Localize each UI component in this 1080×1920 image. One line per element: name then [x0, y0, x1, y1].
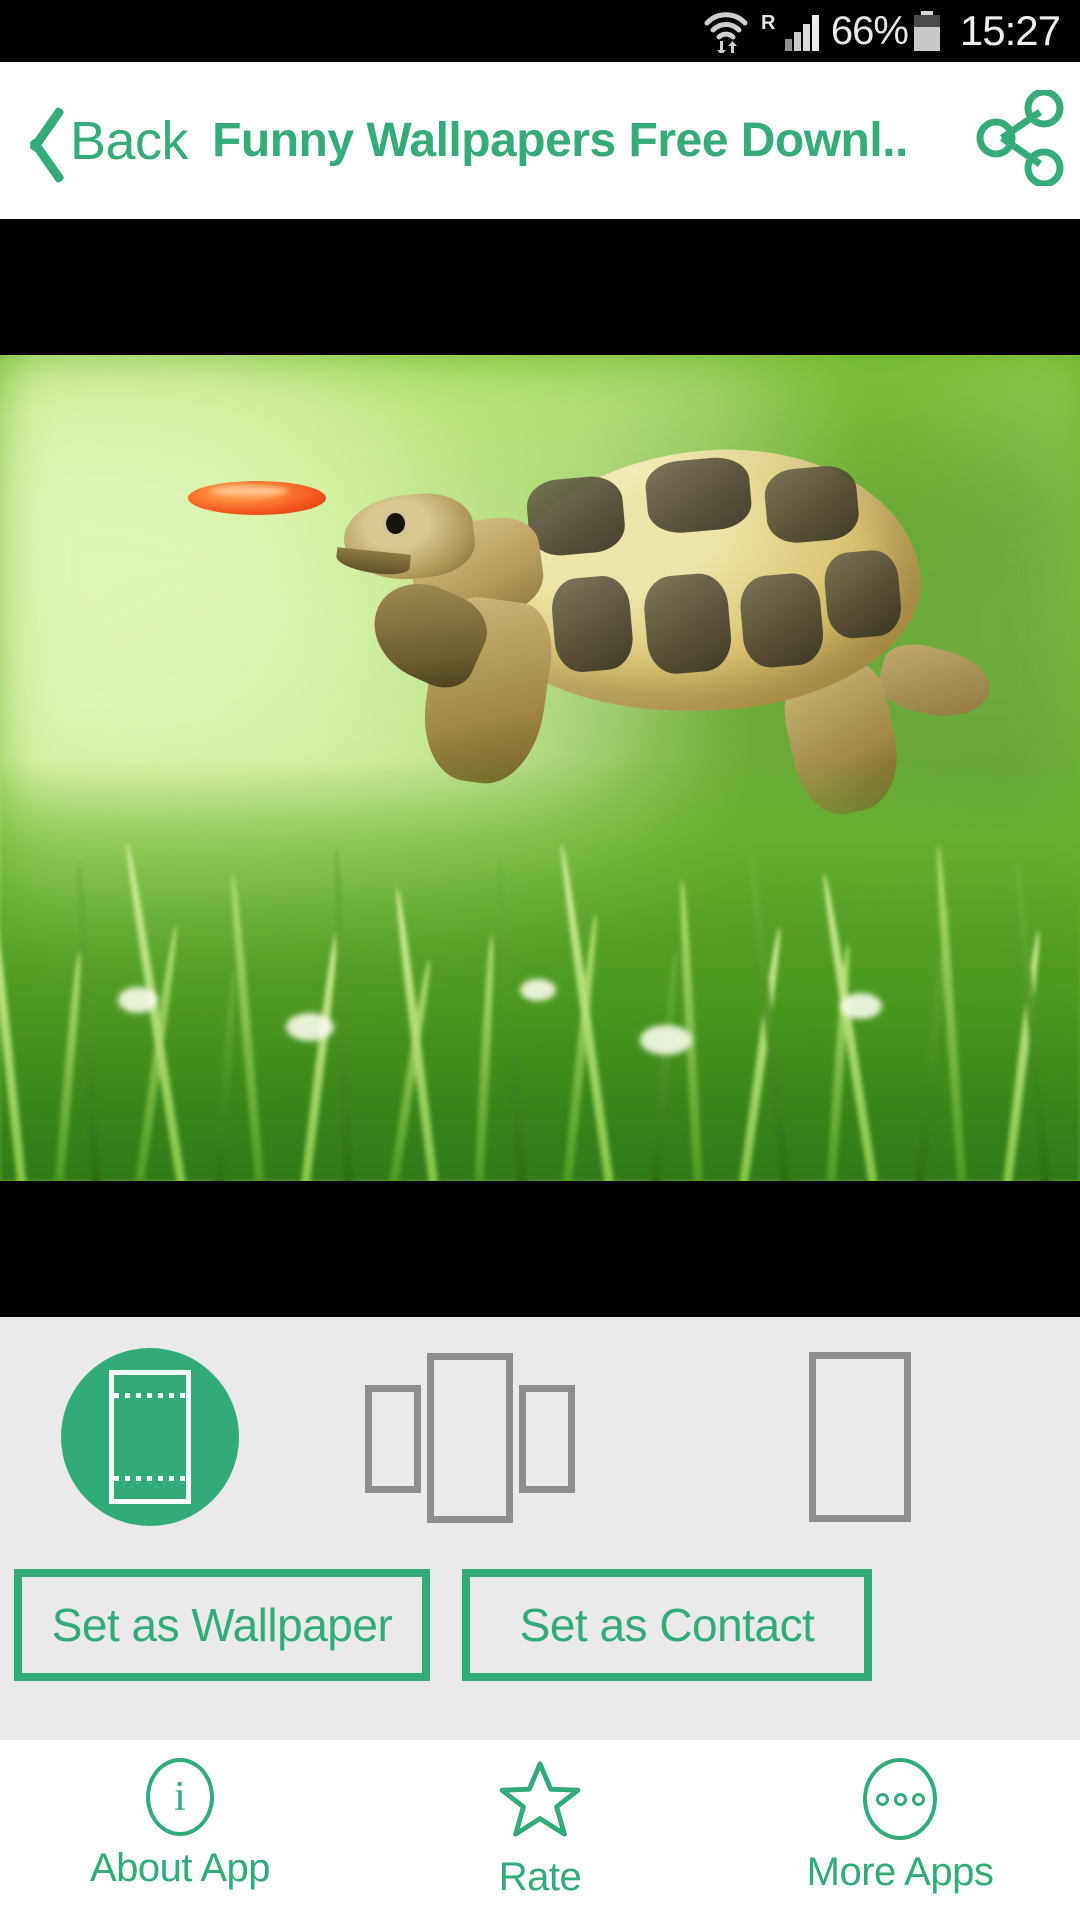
- nav-item-more-apps[interactable]: More Apps: [720, 1740, 1080, 1920]
- lock-screen-icon: [809, 1352, 911, 1522]
- scrollable-screen-icon: [365, 1347, 575, 1527]
- chevron-left-icon: [10, 96, 62, 186]
- battery-percent-label: 66%: [830, 8, 909, 53]
- tortoise-tail: [873, 636, 997, 728]
- set-actions-row: Set as Wallpaper Set as Contact: [0, 1569, 1080, 1689]
- star-outline-icon: [499, 1758, 581, 1845]
- nav-item-about-app-label: About App: [89, 1846, 271, 1890]
- back-button[interactable]: Back: [0, 62, 189, 219]
- nav-item-rate-label: Rate: [498, 1855, 582, 1899]
- tortoise-eye: [386, 513, 405, 534]
- home-screen-icon: [61, 1348, 239, 1526]
- status-bar: R 66% 15:27: [0, 0, 1080, 62]
- battery-icon: [913, 11, 940, 51]
- more-circle-icon: [863, 1758, 937, 1840]
- wallpaper-preview[interactable]: [0, 219, 1080, 1317]
- battery-status: 66%: [831, 9, 940, 54]
- mode-option-home-screen[interactable]: [0, 1317, 300, 1557]
- mode-option-scrollable-screen[interactable]: [300, 1317, 640, 1557]
- share-icon: [974, 88, 1066, 191]
- mode-option-lock-screen[interactable]: [640, 1317, 1080, 1557]
- mode-selector-row: [0, 1317, 1080, 1557]
- wifi-updown-icon: [703, 9, 749, 55]
- wallpaper-image: [0, 355, 1080, 1181]
- grass-foreground: [0, 761, 1080, 1181]
- tortoise-subject: [320, 425, 1080, 823]
- clock-label: 15:27: [959, 7, 1061, 54]
- share-button[interactable]: [960, 62, 1080, 219]
- set-as-wallpaper-button[interactable]: Set as Wallpaper: [14, 1569, 430, 1681]
- set-as-contact-button[interactable]: Set as Contact: [462, 1569, 872, 1681]
- bottom-navigation-bar: i About App Rate More Apps: [0, 1740, 1080, 1920]
- frisbee-object: [188, 481, 326, 527]
- info-circle-icon: i: [146, 1758, 214, 1836]
- wallpaper-options-panel: Set as Wallpaper Set as Contact: [0, 1317, 1080, 1740]
- wallpaper-detail-screen: R 66% 15:27 Back Funny Wallpapers Free D…: [0, 0, 1080, 1920]
- nav-item-rate[interactable]: Rate: [360, 1740, 720, 1920]
- back-button-label: Back: [70, 110, 189, 171]
- nav-item-about-app[interactable]: i About App: [0, 1740, 360, 1920]
- nav-item-more-apps-label: More Apps: [806, 1850, 994, 1894]
- roaming-label: R: [761, 12, 776, 34]
- app-header: Back Funny Wallpapers Free Downl..: [0, 62, 1080, 219]
- roaming-signal-icon: R: [759, 9, 821, 53]
- page-title: Funny Wallpapers Free Downl..: [212, 114, 908, 167]
